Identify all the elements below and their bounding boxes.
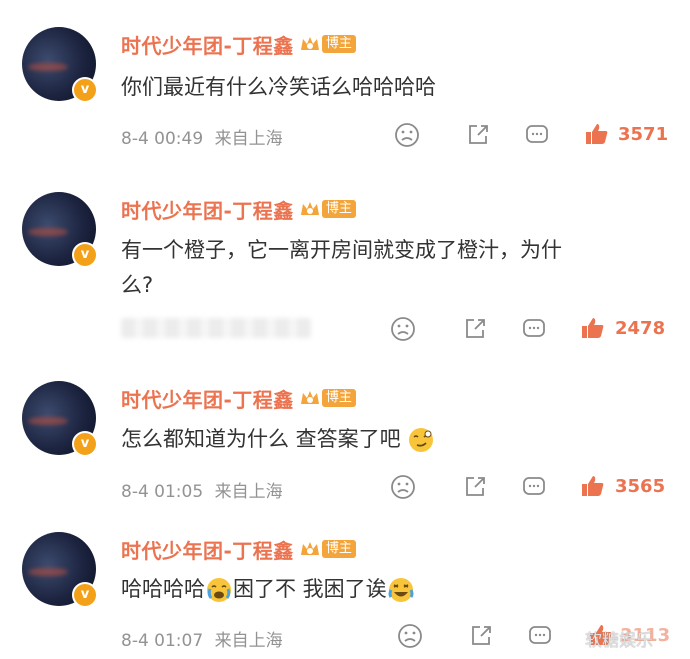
username[interactable]: 时代少年团-丁程鑫 bbox=[121, 30, 294, 59]
comment-location: 来自上海 bbox=[214, 129, 283, 149]
share-icon[interactable] bbox=[462, 316, 488, 342]
crown-icon bbox=[300, 35, 320, 53]
comment-icon[interactable] bbox=[524, 122, 550, 148]
comment-text-part: 困了不 我困了诶 bbox=[233, 577, 387, 601]
blogger-badge: 博主 bbox=[321, 200, 356, 218]
verified-badge-icon: v bbox=[72, 77, 98, 103]
comment-icon[interactable] bbox=[521, 316, 547, 342]
sad-face-icon[interactable] bbox=[390, 316, 416, 342]
like-count: 2478 bbox=[615, 318, 666, 339]
comment-time: 8-4 01:07 bbox=[121, 631, 204, 651]
crown-icon bbox=[300, 389, 320, 407]
comment-text: 哈哈哈哈 困了不 我困了诶 bbox=[121, 572, 666, 607]
comment-location: 来自上海 bbox=[214, 482, 283, 502]
avatar[interactable]: v bbox=[22, 192, 98, 268]
thumbs-up-icon[interactable] bbox=[580, 315, 606, 341]
avatar[interactable]: v bbox=[22, 381, 98, 457]
verified-badge-icon: v bbox=[72, 242, 98, 268]
thumbs-up-icon[interactable] bbox=[584, 121, 610, 147]
avatar[interactable]: v bbox=[22, 532, 98, 608]
emoji-crying-icon bbox=[205, 576, 233, 604]
like-count: 3571 bbox=[618, 124, 669, 145]
emoji-smirk-icon bbox=[407, 426, 435, 454]
username[interactable]: 时代少年团-丁程鑫 bbox=[121, 384, 294, 413]
comment-text-content: 怎么都知道为什么 查答案了吧 bbox=[121, 427, 401, 451]
comment-meta: 8-4 01:07 来自上海 bbox=[121, 626, 283, 651]
like-count: 3565 bbox=[615, 476, 666, 497]
avatar[interactable]: v bbox=[22, 27, 98, 103]
blogger-badge: 博主 bbox=[321, 540, 356, 558]
watermark: 软糖娱乐 bbox=[585, 631, 653, 651]
comment-icon[interactable] bbox=[521, 474, 547, 500]
blogger-badge: 博主 bbox=[321, 389, 356, 407]
share-icon[interactable] bbox=[465, 122, 491, 148]
comment-text-line: 么? bbox=[121, 273, 154, 297]
username[interactable]: 时代少年团-丁程鑫 bbox=[121, 535, 294, 564]
blurred-meta bbox=[121, 318, 311, 338]
comment-meta: 8-4 01:05 来自上海 bbox=[121, 477, 283, 502]
comment-text: 怎么都知道为什么 查答案了吧 bbox=[121, 422, 666, 457]
comment-icon[interactable] bbox=[527, 623, 553, 649]
blogger-badge: 博主 bbox=[321, 35, 356, 53]
comment-meta: 8-4 00:49 来自上海 bbox=[121, 124, 283, 149]
comment-text-line: 有一个橙子，它一离开房间就变成了橙汁，为什 bbox=[121, 238, 562, 262]
thumbs-up-icon[interactable] bbox=[580, 473, 606, 499]
comment-text-part: 哈哈哈哈 bbox=[121, 577, 205, 601]
username[interactable]: 时代少年团-丁程鑫 bbox=[121, 195, 294, 224]
share-icon[interactable] bbox=[462, 474, 488, 500]
share-icon[interactable] bbox=[468, 623, 494, 649]
comment-location: 来自上海 bbox=[214, 631, 283, 651]
crown-icon bbox=[300, 200, 320, 218]
sad-face-icon[interactable] bbox=[390, 474, 416, 500]
comment-text: 有一个橙子，它一离开房间就变成了橙汁，为什 么? bbox=[121, 233, 666, 303]
verified-badge-icon: v bbox=[72, 431, 98, 457]
comment-text: 你们最近有什么冷笑话么哈哈哈哈 bbox=[121, 75, 436, 99]
verified-badge-icon: v bbox=[72, 582, 98, 608]
emoji-laughing-icon bbox=[387, 576, 415, 604]
sad-face-icon[interactable] bbox=[394, 122, 420, 148]
sad-face-icon[interactable] bbox=[397, 623, 423, 649]
comment-time: 8-4 00:49 bbox=[121, 129, 204, 149]
comment-time: 8-4 01:05 bbox=[121, 482, 204, 502]
crown-icon bbox=[300, 540, 320, 558]
